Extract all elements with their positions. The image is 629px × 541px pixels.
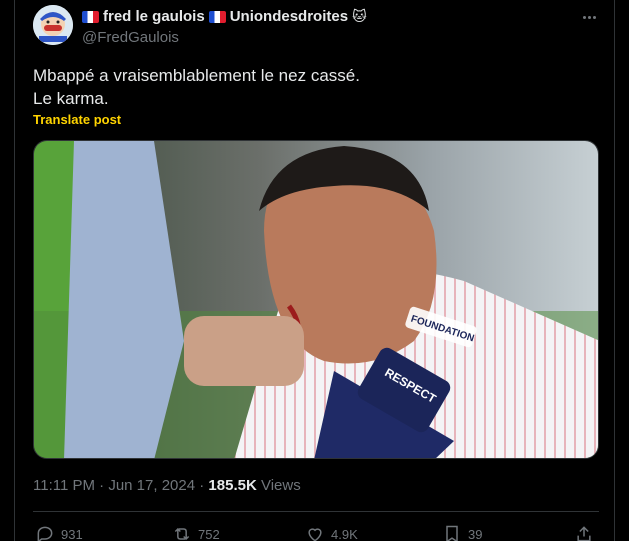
like-count: 4.9K: [331, 526, 358, 541]
meta-separator: ·: [199, 477, 205, 494]
author-display-name-suffix[interactable]: Uniondesdroites: [230, 8, 348, 25]
meta-separator: ·: [99, 477, 105, 494]
avatar[interactable]: [33, 5, 73, 45]
reply-button[interactable]: 931: [35, 524, 83, 541]
like-button[interactable]: 4.9K: [305, 524, 358, 541]
author-name-row[interactable]: fred le gaulois Uniondesdroites 🐱: [82, 8, 367, 25]
more-options-icon[interactable]: [578, 8, 600, 26]
repost-count: 752: [198, 526, 220, 541]
post-text-line: Mbappé a vraisemblablement le nez cassé.: [33, 66, 360, 85]
reply-icon: [37, 526, 53, 541]
france-flag-icon: [208, 10, 226, 23]
post-meta: 11:11 PM · Jun 17, 2024 · 185.5K Views: [33, 477, 301, 494]
author-display-name[interactable]: fred le gaulois: [103, 8, 205, 25]
share-button[interactable]: [574, 524, 594, 541]
heart-icon: [308, 528, 322, 541]
post-date[interactable]: Jun 17, 2024: [108, 477, 195, 494]
post-text-line: Le karma.: [33, 89, 109, 108]
divider: [33, 511, 599, 512]
france-flag-icon: [82, 10, 99, 23]
repost-icon: [174, 527, 190, 541]
author-handle[interactable]: @FredGaulois: [82, 29, 179, 46]
bookmark-icon: [446, 525, 458, 541]
avatar-illustration: [33, 5, 73, 45]
reply-count: 931: [61, 526, 83, 541]
bookmark-button[interactable]: 39: [442, 524, 482, 541]
views-count: 185.5K: [208, 477, 257, 494]
translate-post-link[interactable]: Translate post: [33, 112, 121, 127]
post-photo: RESPECT FOUNDATION: [34, 141, 598, 458]
repost-button[interactable]: 752: [172, 524, 220, 541]
views-label: Views: [260, 477, 301, 494]
post-text: Mbappé a vraisemblablement le nez cassé.…: [33, 64, 360, 110]
post-image[interactable]: RESPECT FOUNDATION: [33, 140, 599, 459]
share-icon: [577, 526, 591, 541]
post-time[interactable]: 11:11 PM: [33, 477, 95, 494]
bookmark-count: 39: [468, 526, 483, 541]
action-bar: 931 752 4.9K 39: [33, 524, 599, 541]
cat-emoji-icon: 🐱: [352, 8, 367, 24]
